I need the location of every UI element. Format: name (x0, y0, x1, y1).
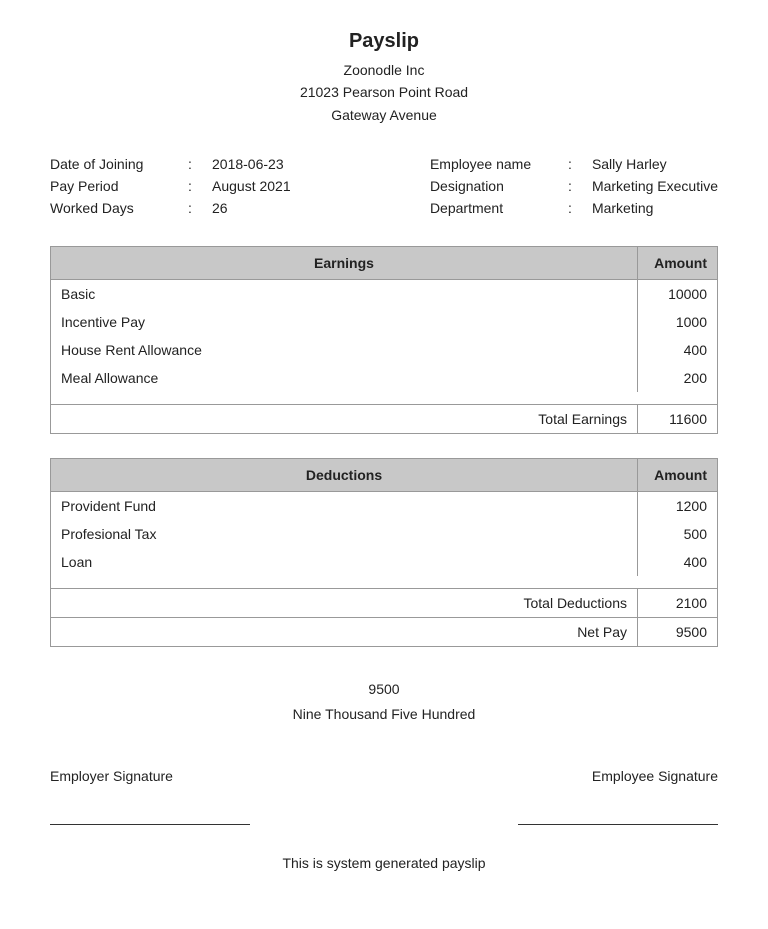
earnings-header-amount: Amount (638, 247, 718, 280)
deductions-row: Provident Fund1200 (51, 492, 718, 521)
net-pay-label: Net Pay (51, 618, 638, 647)
deductions-total-value: 2100 (638, 589, 718, 618)
date-of-joining-label: Date of Joining (50, 156, 180, 172)
address-line2: Gateway Avenue (50, 104, 718, 126)
earnings-row-label: Meal Allowance (51, 364, 638, 392)
footer-text: This is system generated payslip (282, 855, 485, 871)
deductions-header-amount: Amount (638, 459, 718, 492)
worked-days-row: Worked Days : 26 (50, 200, 291, 216)
employer-signature-label: Employer Signature (50, 768, 173, 784)
deductions-total-label: Total Deductions (51, 589, 638, 618)
earnings-row-amount: 10000 (638, 280, 718, 309)
earnings-row-label: House Rent Allowance (51, 336, 638, 364)
earnings-row-label: Basic (51, 280, 638, 309)
date-of-joining-value: 2018-06-23 (212, 156, 284, 172)
colon-3: : (188, 200, 204, 216)
deductions-total-row: Total Deductions2100 (51, 589, 718, 618)
net-pay-value: 9500 (638, 618, 718, 647)
net-amount-words: Nine Thousand Five Hundred (50, 702, 718, 727)
net-pay-summary: 9500 Nine Thousand Five Hundred (50, 677, 718, 727)
earnings-row: Incentive Pay1000 (51, 308, 718, 336)
earnings-section: Earnings Amount Basic10000Incentive Pay1… (50, 246, 718, 434)
net-pay-row: Net Pay9500 (51, 618, 718, 647)
signature-section: Employer Signature Employee Signature (50, 768, 718, 825)
page-title: Payslip (50, 30, 718, 53)
deductions-row-label: Provident Fund (51, 492, 638, 521)
department-label: Department (430, 200, 560, 216)
date-of-joining-row: Date of Joining : 2018-06-23 (50, 156, 291, 172)
designation-label: Designation (430, 178, 560, 194)
net-amount-numeric: 9500 (50, 677, 718, 702)
earnings-header-label: Earnings (51, 247, 638, 280)
deductions-table: Deductions Amount Provident Fund1200Prof… (50, 458, 718, 647)
colon-4: : (568, 156, 584, 172)
employee-signature-label: Employee Signature (592, 768, 718, 784)
pay-period-label: Pay Period (50, 178, 180, 194)
deductions-row-amount: 400 (638, 548, 718, 576)
deductions-row-amount: 500 (638, 520, 718, 548)
employee-name-value: Sally Harley (592, 156, 667, 172)
earnings-row: House Rent Allowance400 (51, 336, 718, 364)
deductions-row-label: Profesional Tax (51, 520, 638, 548)
worked-days-value: 26 (212, 200, 228, 216)
earnings-row: Meal Allowance200 (51, 364, 718, 392)
deductions-header-label: Deductions (51, 459, 638, 492)
employer-signature-block: Employer Signature (50, 768, 351, 825)
employee-name-label: Employee name (430, 156, 560, 172)
pay-period-value: August 2021 (212, 178, 291, 194)
info-left: Date of Joining : 2018-06-23 Pay Period … (50, 156, 291, 216)
earnings-row-amount: 400 (638, 336, 718, 364)
colon-2: : (188, 178, 204, 194)
employer-signature-line (50, 824, 250, 825)
pay-period-row: Pay Period : August 2021 (50, 178, 291, 194)
earnings-row-amount: 1000 (638, 308, 718, 336)
earnings-row-label: Incentive Pay (51, 308, 638, 336)
colon-5: : (568, 178, 584, 194)
company-name: Zoonodle Inc (50, 59, 718, 81)
deductions-row-amount: 1200 (638, 492, 718, 521)
colon-6: : (568, 200, 584, 216)
employee-signature-block: Employee Signature (417, 768, 718, 825)
earnings-table: Earnings Amount Basic10000Incentive Pay1… (50, 246, 718, 434)
deductions-row-label: Loan (51, 548, 638, 576)
deductions-row: Profesional Tax500 (51, 520, 718, 548)
earnings-total-value: 11600 (638, 405, 718, 434)
worked-days-label: Worked Days (50, 200, 180, 216)
earnings-row: Basic10000 (51, 280, 718, 309)
deductions-section: Deductions Amount Provident Fund1200Prof… (50, 458, 718, 647)
department-value: Marketing (592, 200, 653, 216)
colon-1: : (188, 156, 204, 172)
employee-name-row: Employee name : Sally Harley (430, 156, 718, 172)
payslip-header: Payslip Zoonodle Inc 21023 Pearson Point… (50, 30, 718, 126)
earnings-total-row: Total Earnings11600 (51, 405, 718, 434)
employee-info: Date of Joining : 2018-06-23 Pay Period … (50, 156, 718, 216)
address-line1: 21023 Pearson Point Road (50, 81, 718, 103)
employee-signature-line (518, 824, 718, 825)
designation-row: Designation : Marketing Executive (430, 178, 718, 194)
info-right: Employee name : Sally Harley Designation… (430, 156, 718, 216)
department-row: Department : Marketing (430, 200, 718, 216)
designation-value: Marketing Executive (592, 178, 718, 194)
deductions-row: Loan400 (51, 548, 718, 576)
earnings-total-label: Total Earnings (51, 405, 638, 434)
footer: This is system generated payslip (50, 855, 718, 871)
earnings-row-amount: 200 (638, 364, 718, 392)
